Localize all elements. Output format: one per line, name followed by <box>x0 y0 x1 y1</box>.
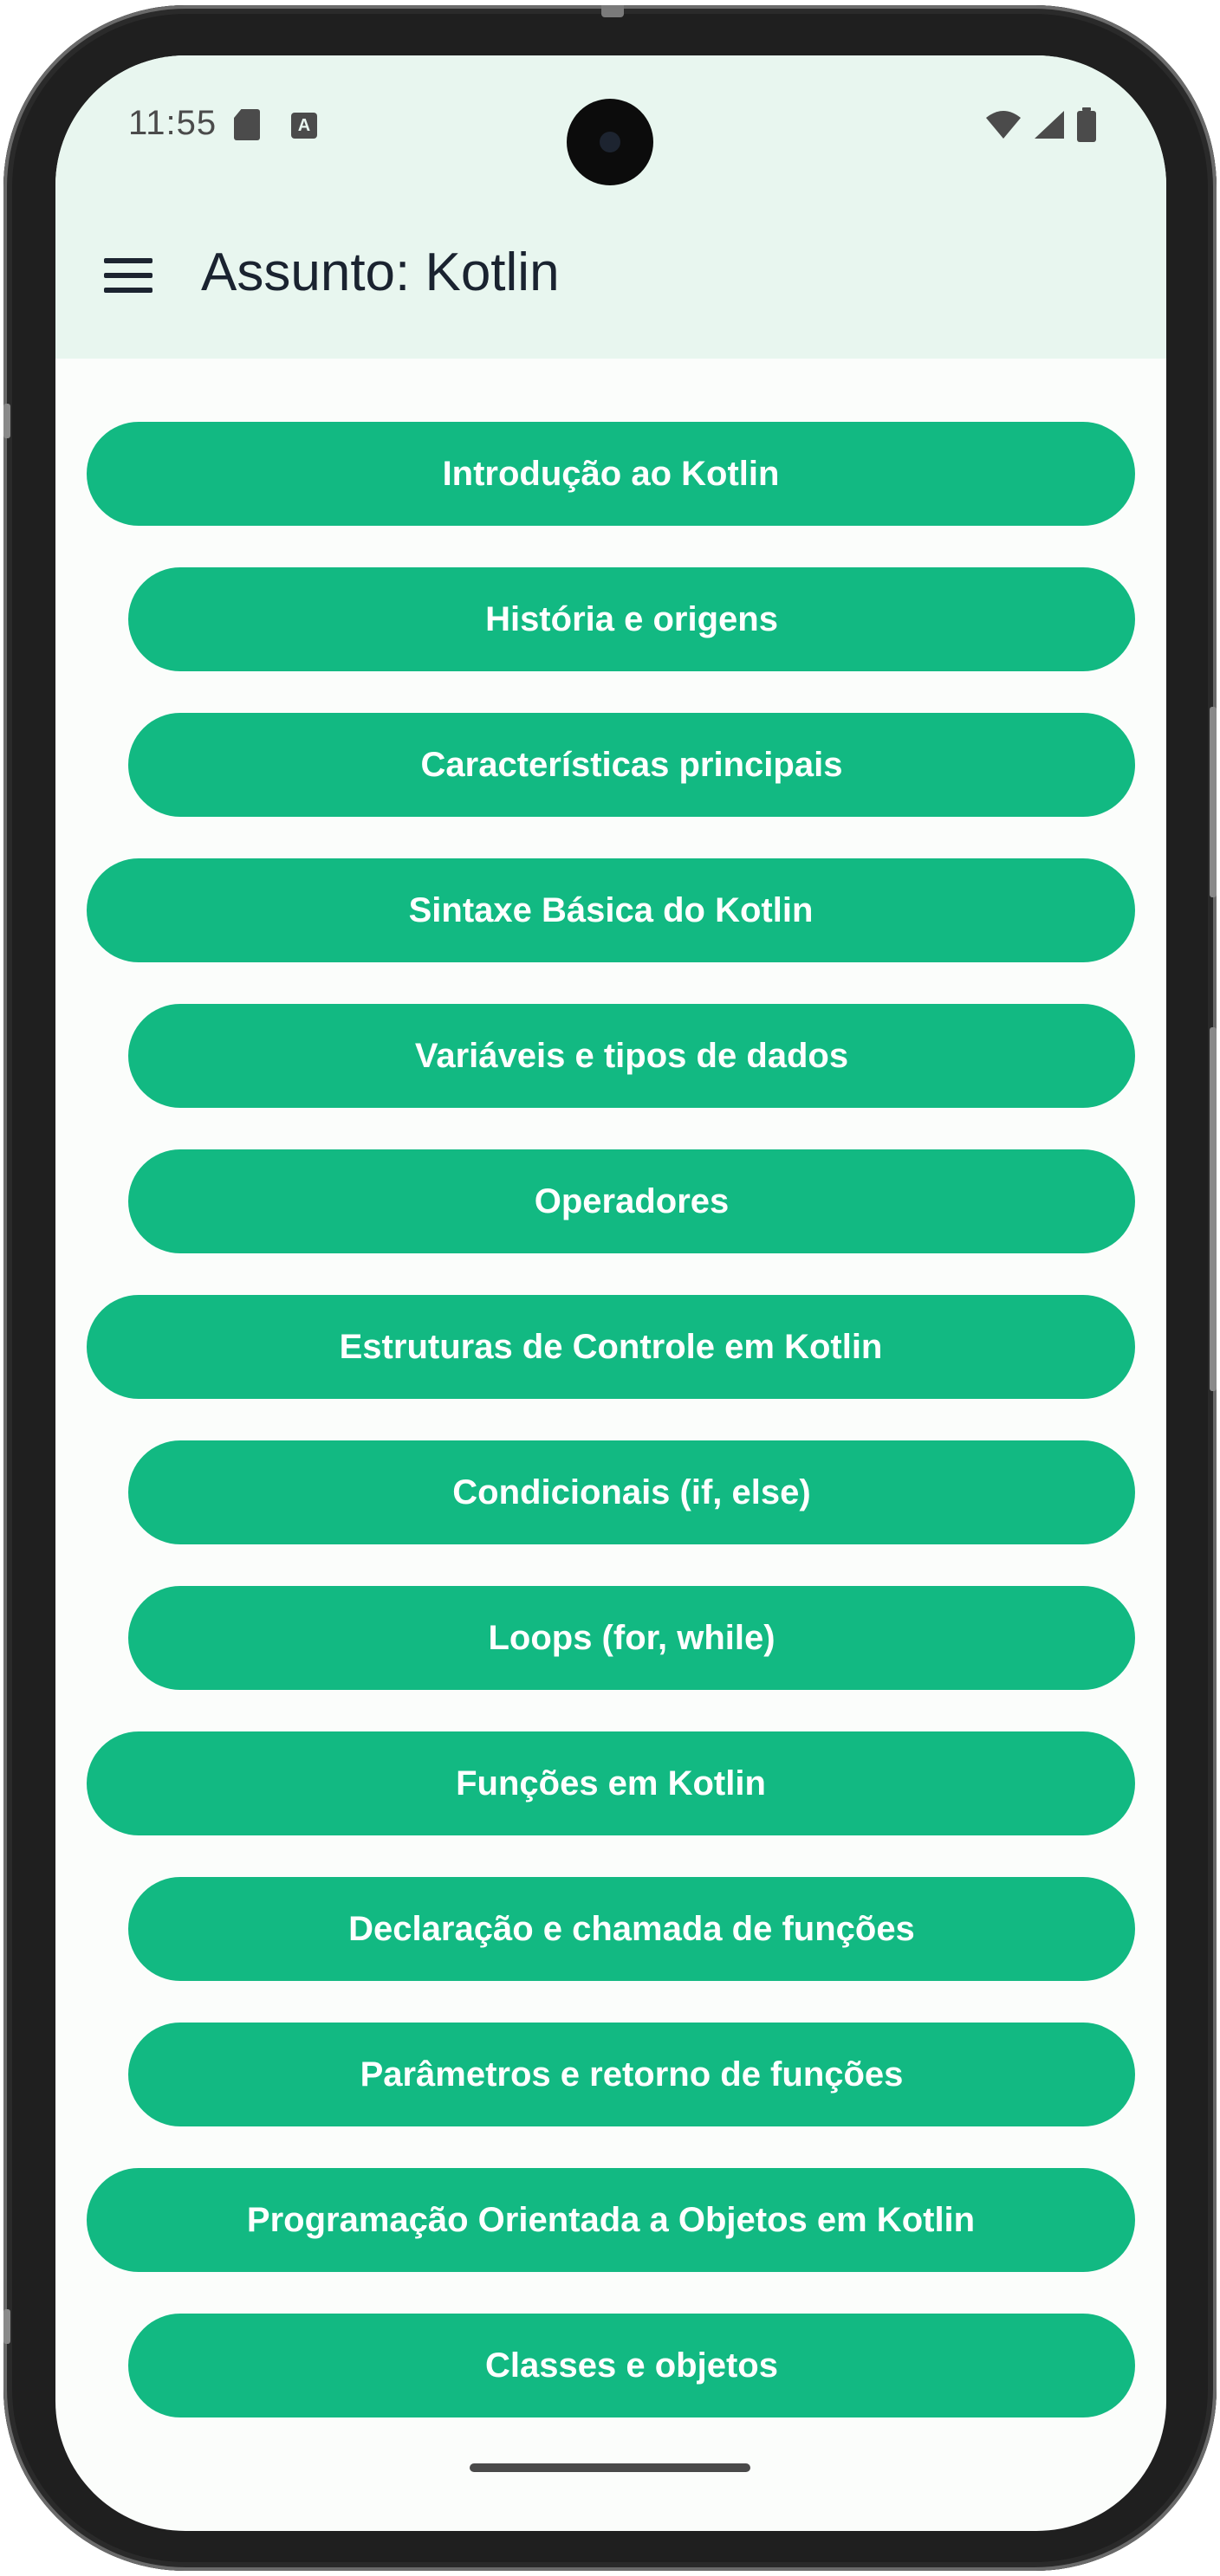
topic-button-declaracao[interactable]: Declaração e chamada de funções <box>128 1877 1135 1981</box>
topic-button-estruturas[interactable]: Estruturas de Controle em Kotlin <box>87 1295 1135 1399</box>
home-indicator[interactable] <box>470 2463 750 2472</box>
keyboard-a-icon: A <box>291 113 317 139</box>
phone-frame: 11:55 A Assunto: Kotlin Introdução ao Ko… <box>3 5 1217 2571</box>
front-camera <box>567 99 653 185</box>
frame-band <box>3 2309 10 2344</box>
topic-button-historia[interactable]: História e origens <box>128 567 1135 671</box>
screen: 11:55 A Assunto: Kotlin Introdução ao Ko… <box>55 55 1166 2531</box>
topic-button-introducao[interactable]: Introdução ao Kotlin <box>87 422 1135 526</box>
signal-icon <box>1035 111 1064 139</box>
topic-button-variaveis[interactable]: Variáveis e tipos de dados <box>128 1004 1135 1108</box>
status-time: 11:55 <box>128 104 217 142</box>
topic-button-poo[interactable]: Programação Orientada a Objetos em Kotli… <box>87 2168 1135 2272</box>
topic-button-caracteristicas[interactable]: Características principais <box>128 713 1135 817</box>
topic-button-parametros[interactable]: Parâmetros e retorno de funções <box>128 2023 1135 2126</box>
frame-notch <box>601 5 624 17</box>
topic-button-classes[interactable]: Classes e objetos <box>128 2314 1135 2417</box>
status-icons <box>984 107 1097 142</box>
frame-band <box>3 404 10 438</box>
topic-button-condicionais[interactable]: Condicionais (if, else) <box>128 1440 1135 1544</box>
topic-button-loops[interactable]: Loops (for, while) <box>128 1586 1135 1690</box>
wifi-icon <box>986 111 1021 139</box>
volume-button <box>1210 1027 1217 1391</box>
app-header: 11:55 A Assunto: Kotlin <box>55 55 1166 359</box>
topic-button-sintaxe[interactable]: Sintaxe Básica do Kotlin <box>87 858 1135 962</box>
battery-icon <box>1077 107 1096 142</box>
hamburger-menu-icon[interactable] <box>104 256 152 294</box>
topic-button-funcoes[interactable]: Funções em Kotlin <box>87 1731 1135 1835</box>
sd-card-icon <box>234 109 260 140</box>
power-button <box>1210 707 1217 897</box>
topic-button-operadores[interactable]: Operadores <box>128 1149 1135 1253</box>
page-title: Assunto: Kotlin <box>201 243 560 302</box>
